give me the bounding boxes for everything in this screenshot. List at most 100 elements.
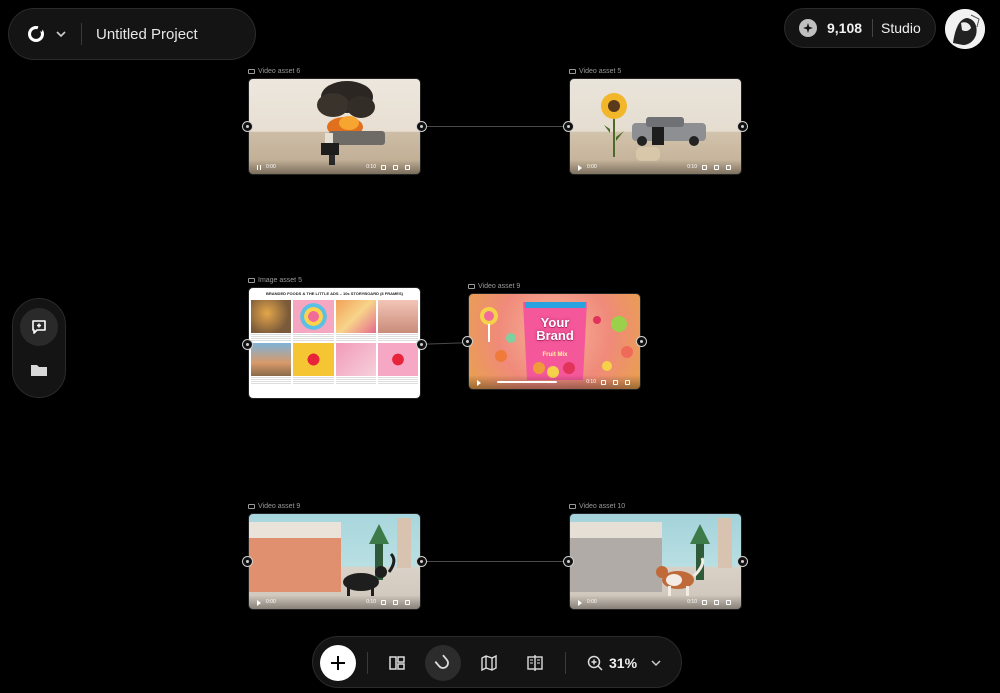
play-icon[interactable] [257, 600, 261, 606]
storyboard-frame [251, 343, 292, 384]
volume-icon[interactable] [381, 165, 386, 170]
credit-coin-icon [799, 19, 817, 37]
video-controls: 0:00 0:10 [249, 160, 420, 174]
credits-pill[interactable]: 9,108 Studio [784, 8, 936, 48]
input-port[interactable] [563, 121, 574, 132]
time-total: 0:10 [366, 599, 376, 605]
flavor-text: Fruit Mix [542, 352, 568, 358]
video-node[interactable]: Video asset 9 Your Brand Fruit Mix 0:10 [462, 283, 647, 390]
divider [565, 652, 566, 674]
chat-plus-icon[interactable] [20, 308, 58, 346]
output-port[interactable] [416, 556, 427, 567]
video-node[interactable]: Video asset 6 0:00 0:10 [242, 68, 427, 175]
video-icon [248, 69, 255, 74]
fullscreen-icon[interactable] [726, 600, 731, 605]
output-port[interactable] [737, 556, 748, 567]
divider [81, 23, 82, 45]
video-preview[interactable]: 0:00 0:10 [569, 78, 742, 175]
play-icon[interactable] [477, 380, 481, 386]
storyboard-frame [377, 343, 418, 384]
image-icon [248, 278, 255, 283]
video-controls: 0:10 [469, 375, 640, 389]
output-port[interactable] [416, 121, 427, 132]
video-preview[interactable]: 0:00 0:10 [248, 78, 421, 175]
storyboard-frame [251, 300, 292, 341]
zoom-in-icon [587, 655, 603, 671]
bottom-toolbar: 31% [312, 636, 682, 688]
storyboard-image[interactable]: BRANDED FOODS & THE LITTLE ADS – 10s STO… [248, 287, 421, 399]
brand-text: Your Brand [536, 315, 574, 343]
fullscreen-icon[interactable] [405, 165, 410, 170]
storyboard-frame [377, 300, 418, 341]
input-port[interactable] [563, 556, 574, 567]
video-icon [569, 69, 576, 74]
video-preview[interactable]: Your Brand Fruit Mix 0:10 [468, 293, 641, 390]
video-preview[interactable]: 0:00 0:10 [569, 513, 742, 610]
time-total: 0:10 [687, 164, 697, 170]
output-port[interactable] [416, 339, 427, 350]
video-node[interactable]: Video asset 5 0:00 0:10 [563, 68, 748, 175]
input-port[interactable] [242, 339, 253, 350]
camera-icon[interactable] [393, 165, 398, 170]
time-total: 0:10 [586, 379, 596, 385]
side-toolbar [12, 298, 66, 398]
storyboard-frame [335, 343, 376, 384]
image-node[interactable]: Image asset 5 BRANDED FOODS & THE LITTLE… [242, 277, 427, 399]
zoom-level: 31% [609, 655, 638, 671]
project-bar: Untitled Project [8, 8, 256, 60]
node-label: Video asset 9 [478, 283, 521, 290]
credits-count: 9,108 [827, 20, 863, 36]
time-total: 0:10 [687, 599, 697, 605]
divider [872, 19, 874, 37]
camera-icon[interactable] [714, 165, 719, 170]
magnet-icon[interactable] [425, 645, 461, 681]
chevron-down-icon[interactable] [651, 659, 661, 667]
node-label: Image asset 5 [258, 277, 302, 284]
camera-icon[interactable] [714, 600, 719, 605]
plus-icon[interactable] [320, 645, 356, 681]
fullscreen-icon[interactable] [405, 600, 410, 605]
output-port[interactable] [636, 336, 647, 347]
folder-icon[interactable] [20, 351, 58, 389]
video-controls: 0:00 0:10 [570, 595, 741, 609]
map-icon[interactable] [471, 645, 507, 681]
compare-icon[interactable] [517, 645, 553, 681]
camera-icon[interactable] [393, 600, 398, 605]
node-label: Video asset 9 [258, 503, 301, 510]
pause-icon[interactable] [257, 165, 261, 170]
storyboard-frame [293, 343, 334, 384]
output-port[interactable] [737, 121, 748, 132]
input-port[interactable] [242, 556, 253, 567]
loop-logo-icon[interactable] [25, 23, 47, 45]
camera-icon[interactable] [613, 380, 618, 385]
plan-label[interactable]: Studio [881, 20, 921, 36]
time-current: 0:00 [266, 599, 276, 605]
user-avatar[interactable] [945, 9, 985, 49]
fullscreen-icon[interactable] [726, 165, 731, 170]
node-label: Video asset 10 [579, 503, 626, 510]
video-preview[interactable]: 0:00 0:10 [248, 513, 421, 610]
connection-edge [426, 126, 564, 127]
chevron-down-icon[interactable] [55, 28, 67, 40]
video-node[interactable]: Video asset 10 0:00 0:10 [563, 503, 748, 610]
input-port[interactable] [462, 336, 473, 347]
video-node[interactable]: Video asset 9 0:00 0:10 [242, 503, 427, 610]
volume-icon[interactable] [702, 600, 707, 605]
progress-bar[interactable] [497, 381, 557, 383]
volume-icon[interactable] [702, 165, 707, 170]
connection-edge [426, 561, 564, 562]
volume-icon[interactable] [601, 380, 606, 385]
storyboard-grid [251, 300, 418, 384]
layout-icon[interactable] [379, 645, 415, 681]
zoom-control[interactable]: 31% [587, 645, 661, 681]
fullscreen-icon[interactable] [625, 380, 630, 385]
play-icon[interactable] [578, 165, 582, 171]
video-icon [248, 504, 255, 509]
project-title[interactable]: Untitled Project [96, 26, 198, 43]
divider [367, 652, 368, 674]
input-port[interactable] [242, 121, 253, 132]
volume-icon[interactable] [381, 600, 386, 605]
video-controls: 0:00 0:10 [570, 160, 741, 174]
play-icon[interactable] [578, 600, 582, 606]
video-icon [569, 504, 576, 509]
